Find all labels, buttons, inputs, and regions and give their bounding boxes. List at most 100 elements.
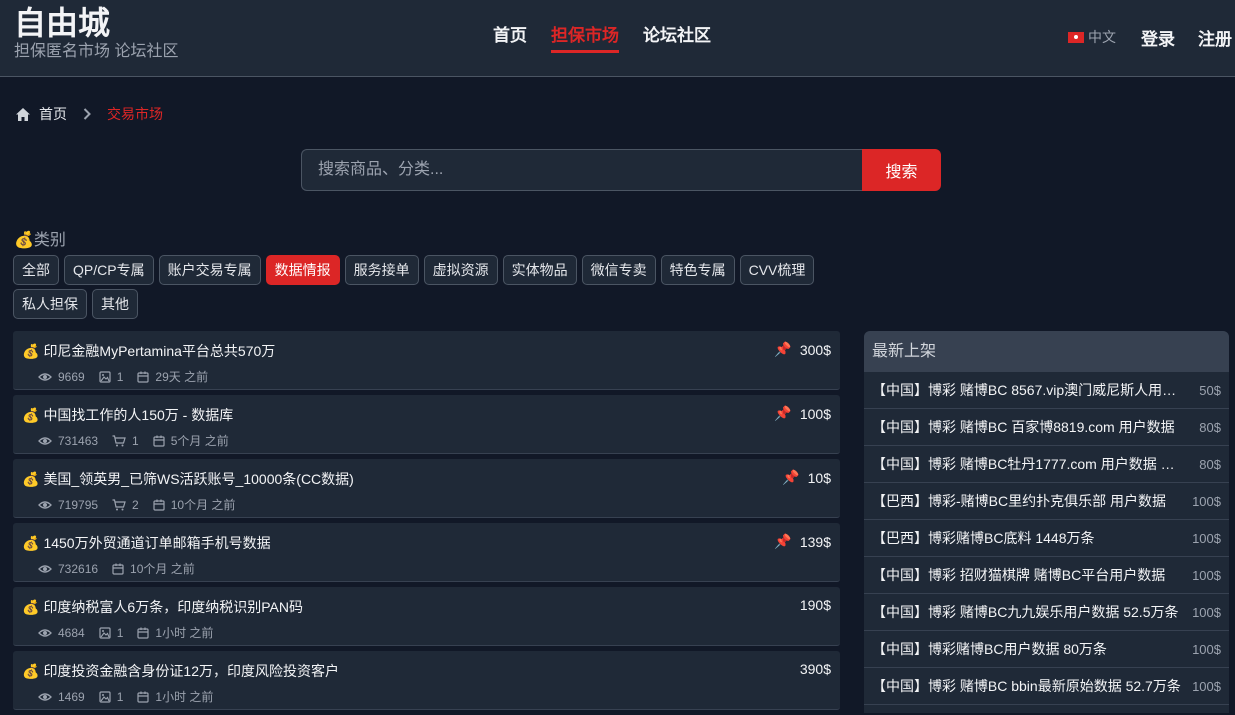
category-special[interactable]: 特色专属 [660, 255, 735, 285]
list-item[interactable]: 💰 印度纳税富人6万条，印度纳税识别PAN码 4684 1 1小时 之前 190$ [13, 587, 840, 646]
post-time: 10个月 之前 [170, 498, 236, 512]
calendar-icon [112, 563, 124, 575]
language-label: 中文 [1088, 29, 1116, 45]
view-count: 731463 [58, 433, 99, 448]
listing-title: 印度投资金融含身份证12万，印度风险投资客户 [43, 663, 340, 679]
breadcrumb-current: 交易市场 [107, 106, 163, 122]
nav-market[interactable]: 担保市场 [551, 24, 619, 53]
listing-title: 1450万外贸通道订单邮箱手机号数据 [43, 535, 271, 551]
money-bag-icon: 💰 [22, 535, 40, 551]
category-other[interactable]: 其他 [92, 289, 138, 319]
category-accounts[interactable]: 账户交易专属 [158, 255, 261, 285]
panel-item-title: 【中国】博彩赌博BC用户数据 80万条 [872, 641, 1107, 657]
panel-item-title: 【中国】博彩 赌博BC牡丹1777.com 用户数据 2万条 [872, 456, 1182, 472]
panel-item-price: 80$ [1199, 456, 1221, 472]
view-count: 719795 [58, 497, 99, 512]
categories-title: 💰类别 [14, 232, 66, 249]
panel-item[interactable]: 【巴西】博彩赌博BC底料 1448万条 100$ [864, 520, 1229, 557]
listing-title: 印度纳税富人6万条，印度纳税识别PAN码 [43, 599, 303, 615]
list-item[interactable]: 💰 印度投资金融含身份证12万，印度风险投资客户 1469 1 1小时 之前 39… [13, 651, 840, 710]
panel-item[interactable]: 【中国】博彩 赌博BC 百家博8819.com 用户数据 80$ [864, 409, 1229, 446]
listing-price: 10$ [807, 469, 831, 486]
category-physical[interactable]: 实体物品 [502, 255, 577, 285]
listing-price: 100$ [799, 405, 831, 422]
breadcrumb-home[interactable]: 首页 [39, 104, 67, 124]
panel-item-price: 100$ [1192, 678, 1221, 694]
image-icon [99, 690, 111, 703]
eye-icon [38, 692, 52, 702]
image-count: 1 [116, 689, 124, 704]
site-subtitle: 担保匿名市场 论坛社区 [14, 43, 179, 60]
money-bag-icon: 💰 [22, 343, 40, 359]
panel-item[interactable]: 【中国】博彩赌博BC用户数据 80万条 100$ [864, 631, 1229, 668]
login-button[interactable]: 登录 [1141, 25, 1175, 50]
panel-item-price: 50$ [1199, 382, 1221, 398]
calendar-icon [153, 499, 165, 511]
listing-list: 💰 印尼金融MyPertamina平台总共570万 9669 1 29天 之前 📌… [13, 331, 840, 715]
panel-item-title: 【中国】博彩 招财猫棋牌 赌博BC平台用户数据 [872, 567, 1166, 583]
post-time: 1小时 之前 [155, 690, 214, 704]
listing-price: 139$ [799, 533, 831, 550]
image-count: 1 [116, 625, 124, 640]
eye-icon [38, 500, 52, 510]
pin-icon: 📌 [782, 469, 800, 485]
listing-title: 中国找工作的人150万 - 数据库 [43, 407, 234, 423]
list-item[interactable]: 💰 印尼金融MyPertamina平台总共570万 9669 1 29天 之前 📌… [13, 331, 840, 390]
nav-forum[interactable]: 论坛社区 [643, 24, 711, 53]
category-qpcp[interactable]: QP/CP专属 [64, 255, 154, 285]
category-private-escrow[interactable]: 私人担保 [13, 289, 87, 319]
nav-home[interactable]: 首页 [493, 24, 527, 53]
search-bar: 搜索 [301, 149, 941, 191]
category-data[interactable]: 数据情报 [265, 255, 340, 285]
sales-count: 1 [132, 433, 139, 448]
view-count: 1469 [58, 689, 85, 704]
panel-item-title: 【中国】博彩 赌博BC bbin最新原始数据 52.7万条 [872, 678, 1181, 694]
image-count: 1 [116, 369, 124, 384]
post-time: 10个月 之前 [130, 562, 195, 576]
panel-item-price: 100$ [1192, 641, 1221, 657]
category-row-2: 私人担保 其他 [13, 289, 138, 319]
panel-item-title: 【中国】博彩 赌博BC 8567.vip澳门威尼斯人用户数据 [872, 382, 1182, 398]
language-switcher[interactable]: 中文 [1068, 27, 1116, 47]
view-count: 732616 [58, 561, 99, 576]
money-bag-icon: 💰 [22, 663, 40, 679]
site-header: 自由城 担保匿名市场 论坛社区 首页 担保市场 论坛社区 中文 登录 注册 [0, 0, 1235, 77]
list-item[interactable]: 💰 中国找工作的人150万 - 数据库 731463 1 5个月 之前 📌 100$ [13, 395, 840, 454]
image-icon [99, 370, 111, 383]
register-button[interactable]: 注册 [1198, 25, 1232, 50]
panel-item-price: 100$ [1192, 604, 1221, 620]
panel-item[interactable]: 【中国】博彩 赌博BC bbin最新原始数据 52.7万条 100$ [864, 668, 1229, 705]
list-item[interactable]: 💰 1450万外贸通道订单邮箱手机号数据 732616 10个月 之前 📌 139$ [13, 523, 840, 582]
site-title[interactable]: 自由城 [14, 4, 110, 42]
breadcrumb: 首页 交易市场 [15, 104, 163, 124]
panel-item-price: 100$ [1192, 567, 1221, 583]
listing-title: 美国_领英男_已筛WS活跃账号_10000条(CC数据) [43, 471, 354, 487]
category-services[interactable]: 服务接单 [344, 255, 419, 285]
category-virtual[interactable]: 虚拟资源 [423, 255, 498, 285]
category-cvv[interactable]: CVV梳理 [739, 255, 815, 285]
panel-item[interactable]: 【中国】博彩 赌博BC九九娱乐用户数据 52.5万条 100$ [864, 594, 1229, 631]
search-button[interactable]: 搜索 [862, 149, 941, 191]
view-count: 9669 [58, 369, 85, 384]
view-count: 4684 [58, 625, 85, 640]
home-icon[interactable] [15, 107, 31, 122]
post-time: 5个月 之前 [170, 434, 229, 448]
listing-price: 390$ [799, 661, 831, 677]
pin-icon: 📌 [774, 405, 792, 421]
panel-item-title: 【中国】博彩 赌博BC九九娱乐用户数据 52.5万条 [872, 604, 1179, 620]
category-wechat[interactable]: 微信专卖 [581, 255, 656, 285]
panel-item-price: 80$ [1199, 419, 1221, 435]
search-input[interactable] [301, 149, 862, 191]
panel-item[interactable]: 【巴西】博彩-赌博BC里约扑克俱乐部 用户数据 100$ [864, 483, 1229, 520]
panel-item[interactable]: 【中国】博彩 赌博BC牡丹1777.com 用户数据 2万条 80$ [864, 446, 1229, 483]
list-item[interactable]: 💰 美国_领英男_已筛WS活跃账号_10000条(CC数据) 719795 2 1… [13, 459, 840, 518]
main-nav: 首页 担保市场 论坛社区 [493, 24, 711, 53]
panel-item[interactable]: 【中国】博彩 招财猫棋牌 赌博BC平台用户数据 100$ [864, 557, 1229, 594]
calendar-icon [153, 435, 165, 447]
panel-item-title: 【巴西】博彩-赌博BC里约扑克俱乐部 用户数据 [872, 493, 1166, 509]
eye-icon [38, 564, 52, 574]
calendar-icon [137, 691, 149, 703]
category-all[interactable]: 全部 [13, 255, 59, 285]
panel-item[interactable]: 【中国】博彩 赌博BC 8567.vip澳门威尼斯人用户数据 50$ [864, 372, 1229, 409]
listing-title: 印尼金融MyPertamina平台总共570万 [43, 343, 276, 359]
